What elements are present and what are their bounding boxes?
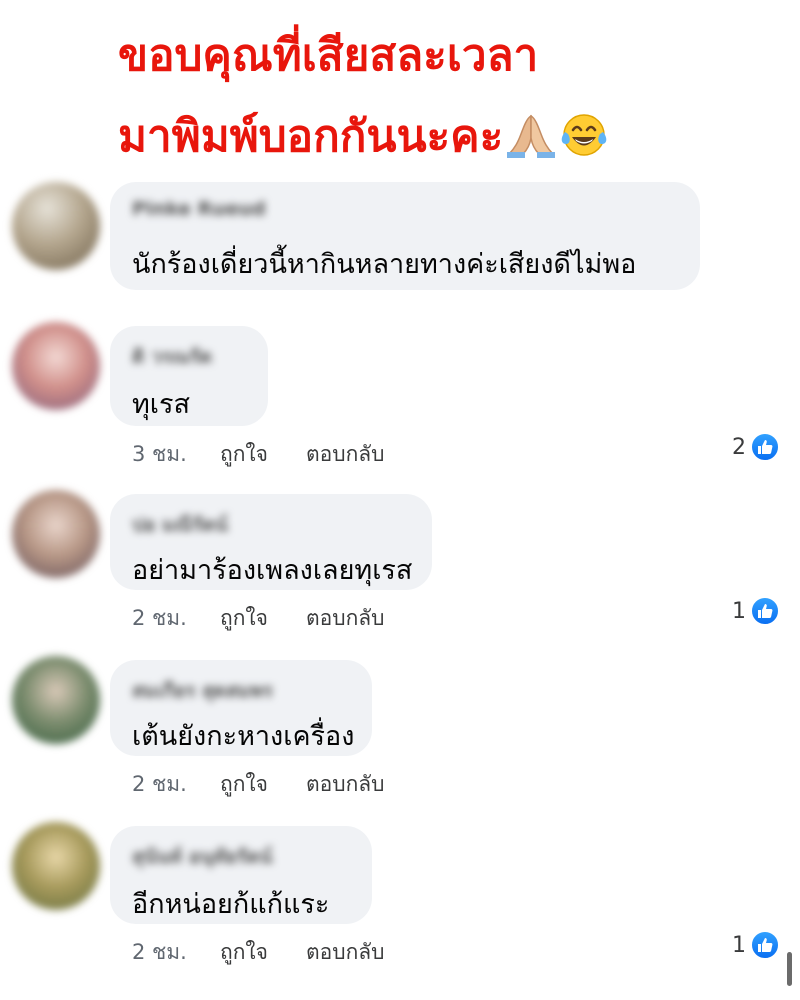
reaction-count: 2 xyxy=(732,434,746,460)
reaction-count: 1 xyxy=(732,932,746,958)
thumbs-up-icon xyxy=(750,930,780,960)
like-link[interactable]: ถูกใจ xyxy=(220,438,306,471)
reply-link[interactable]: ตอบกลับ xyxy=(306,438,385,471)
avatar[interactable] xyxy=(12,322,100,410)
comment-bubble: สมเกียร สุดสมพร เต้นยังกะหางเครื่อง xyxy=(110,660,372,756)
headline-line-2-wrap: มาพิมพ์บอกกันนะคะ xyxy=(118,112,609,166)
comment-bubble: ดิ วรณรัต ทุเรส xyxy=(110,326,268,426)
like-link[interactable]: ถูกใจ xyxy=(220,602,306,635)
reply-link[interactable]: ตอบกลับ xyxy=(306,602,385,635)
comment-time: 2 ชม. xyxy=(132,772,187,796)
comment-actions: 3 ชม. ถูกใจ ตอบกลับ xyxy=(132,438,385,471)
avatar[interactable] xyxy=(12,490,100,578)
comment-author[interactable]: สมเกียร สุดสมพร xyxy=(132,676,273,706)
tears-of-joy-icon xyxy=(559,112,609,166)
comment-time: 3 ชม. xyxy=(132,442,187,466)
comment-author[interactable]: Pinke Rueud xyxy=(132,198,266,220)
avatar[interactable] xyxy=(12,822,100,910)
comment-bubble: ปอ มณีรัตน์ อย่ามาร้องเพลงเลยทุเรส xyxy=(110,494,432,590)
thumbs-up-icon xyxy=(750,596,780,626)
comment-text: นักร้องเดี่ยวนี้หากินหลายทางค่ะเสียงดีไม… xyxy=(132,249,637,280)
headline-line-2: มาพิมพ์บอกกันนะคะ xyxy=(118,111,504,162)
comment-bubble: Pinke Rueud นักร้องเดี่ยวนี้หากินหลายทาง… xyxy=(110,182,700,290)
comment-text: อีกหน่อยก้แก้แระ xyxy=(132,889,330,920)
reaction-summary[interactable]: 1 xyxy=(732,930,780,960)
reaction-count: 1 xyxy=(732,598,746,624)
comment-bubble: สุนันท์ อนุทัยรัตน์ อีกหน่อยก้แก้แระ xyxy=(110,826,372,924)
reply-link[interactable]: ตอบกลับ xyxy=(306,936,385,969)
comment-time: 2 ชม. xyxy=(132,606,187,630)
comment-text: เต้นยังกะหางเครื่อง xyxy=(132,721,355,752)
comment-actions: 2 ชม. ถูกใจ ตอบกลับ xyxy=(132,768,385,801)
comment-author[interactable]: สุนันท์ อนุทัยรัตน์ xyxy=(132,842,272,872)
comment-time: 2 ชม. xyxy=(132,940,187,964)
thumbs-up-icon xyxy=(750,432,780,462)
like-link[interactable]: ถูกใจ xyxy=(220,936,306,969)
comment-text: ทุเรส xyxy=(132,389,191,420)
avatar[interactable] xyxy=(12,656,100,744)
like-link[interactable]: ถูกใจ xyxy=(220,768,306,801)
comment-author[interactable]: ปอ มณีรัตน์ xyxy=(132,510,228,540)
comment-author[interactable]: ดิ วรณรัต xyxy=(132,342,212,372)
reaction-summary[interactable]: 1 xyxy=(732,596,780,626)
reply-link[interactable]: ตอบกลับ xyxy=(306,768,385,801)
scrollbar[interactable] xyxy=(787,952,792,986)
comment-actions: 2 ชม. ถูกใจ ตอบกลับ xyxy=(132,936,385,969)
folded-hands-icon xyxy=(505,112,557,166)
avatar[interactable] xyxy=(12,182,100,270)
comment-actions: 2 ชม. ถูกใจ ตอบกลับ xyxy=(132,602,385,635)
comment-text: อย่ามาร้องเพลงเลยทุเรส xyxy=(132,555,413,586)
reaction-summary[interactable]: 2 xyxy=(732,432,780,462)
headline-line-1: ขอบคุณที่เสียสละเวลา xyxy=(118,30,539,81)
